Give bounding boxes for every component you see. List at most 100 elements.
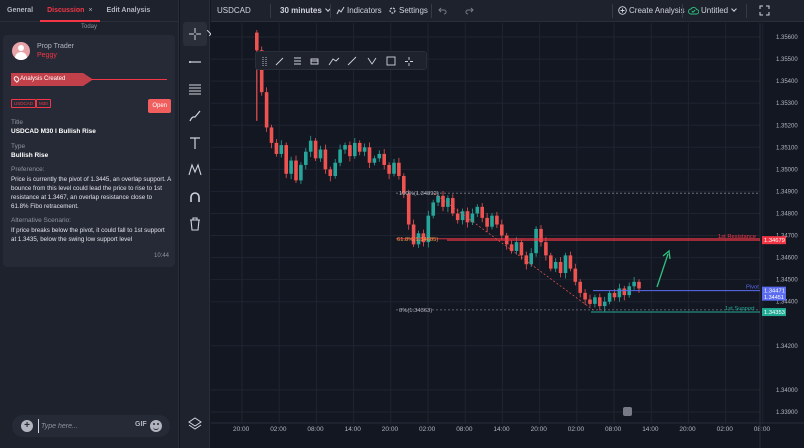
layout-selector[interactable]: Untitled: [688, 0, 737, 22]
fullscreen-button[interactable]: [759, 0, 772, 22]
tab-general[interactable]: General: [0, 0, 40, 22]
candle-body: [269, 127, 274, 143]
candle-body: [313, 140, 318, 159]
fib-icon: [294, 57, 301, 65]
symbol-tag: USDCAD: [11, 99, 37, 108]
floating-toolbar-icons: [262, 56, 413, 66]
crosshair-tool[interactable]: [183, 22, 207, 46]
chart-canvas[interactable]: 1.35600 1.35400 1.35200 1.35000 1.34800 1.346…: [211, 23, 804, 448]
tab-discussion-label: Discussion: [47, 6, 85, 14]
type-label: Type: [11, 143, 26, 150]
candle-body: [622, 288, 627, 296]
message-time: 10:44: [153, 253, 169, 259]
brush-tool[interactable]: [183, 104, 207, 128]
candle-body: [465, 211, 470, 223]
add-attachment-button[interactable]: +: [21, 420, 33, 432]
level-name-label: 1st Support: [725, 306, 755, 312]
message-composer: + GIF: [12, 415, 170, 437]
indicators-icon: [336, 7, 345, 15]
candle-body: [519, 242, 524, 256]
fullscreen-icon: [759, 5, 770, 16]
price-tick-label: 1.34500: [776, 278, 798, 284]
tab-edit-analysis[interactable]: Edit Analysis: [100, 0, 158, 22]
emoji-button[interactable]: [150, 420, 162, 432]
analysis-type: Bullish Rise: [11, 152, 49, 159]
settings-button[interactable]: Settings: [388, 0, 428, 22]
symbol-selector[interactable]: USDCAD: [217, 0, 251, 22]
sender-name[interactable]: Peggy: [37, 52, 57, 59]
price-tick-label: 1.35000: [776, 167, 798, 173]
crosshair-icon: [405, 57, 413, 66]
candle-body: [534, 228, 538, 254]
time-tick-label: 20:00: [233, 426, 250, 433]
candle-body: [362, 147, 367, 152]
candle-body: [563, 255, 568, 274]
candle-body: [333, 162, 337, 176]
discussion-panel: General Discussion × Edit Analysis Today …: [0, 0, 179, 448]
title-label: Title: [11, 119, 24, 126]
candle-body: [485, 217, 489, 227]
candle-body: [549, 255, 553, 269]
candle-body: [607, 292, 612, 302]
create-analysis-label: Create Analysis: [629, 6, 685, 15]
pattern-tool[interactable]: [183, 158, 207, 182]
time-tick-label: 02:00: [568, 426, 585, 433]
redo-button[interactable]: [465, 0, 476, 22]
scroll-to-realtime-button[interactable]: [623, 407, 632, 416]
price-tick-label: 1.33900: [776, 410, 798, 416]
candle-body: [294, 160, 298, 181]
time-tick-label: 08:00: [307, 426, 324, 433]
pitchfork-icon: [328, 57, 340, 66]
indicators-button[interactable]: Indicators: [336, 0, 382, 22]
settings-label: Settings: [399, 6, 428, 15]
indicators-label: Indicators: [347, 6, 382, 15]
time-tick-label: 14:00: [493, 426, 510, 433]
avatar: [12, 42, 30, 60]
chart-topbar: USDCAD 30 minutes Indicators Settings Cr…: [211, 0, 804, 22]
magnet-tool[interactable]: [183, 185, 207, 209]
tab-general-label: General: [7, 6, 34, 14]
line-icon: [275, 57, 284, 66]
price-tick-label: 1.34800: [776, 211, 798, 217]
layers-tool[interactable]: [183, 411, 207, 435]
close-icon[interactable]: ×: [88, 7, 92, 14]
price-chart[interactable]: 1.35600 1.35400 1.35200 1.35000 1.34800 1.346…: [211, 23, 804, 448]
layout-name: Untitled: [701, 6, 729, 15]
candle-body: [446, 198, 450, 207]
candle-body: [264, 92, 269, 128]
candle-body: [475, 206, 480, 214]
candle-body: [553, 261, 558, 269]
open-button[interactable]: Open: [148, 99, 171, 113]
fib-tool[interactable]: [183, 77, 207, 101]
text-tool[interactable]: [183, 131, 207, 155]
floating-drawing-toolbar: [255, 51, 427, 70]
undo-icon: [438, 8, 447, 15]
sender-role: Prop Trader: [37, 43, 74, 50]
brush-icon: [189, 110, 201, 122]
rectangle-icon: [386, 56, 396, 66]
candle-body: [598, 297, 602, 307]
delete-tool[interactable]: [183, 212, 207, 236]
interval-selector[interactable]: 30 minutes: [280, 0, 331, 22]
alternative-text: If price breaks below the pivot, it coul…: [11, 227, 165, 243]
time-tick-label: 02:00: [270, 426, 287, 433]
message-input[interactable]: [38, 419, 126, 433]
pencil-icon: [347, 56, 357, 66]
time-tick-label: 02:00: [419, 426, 436, 433]
tab-edit-analysis-label: Edit Analysis: [106, 6, 151, 14]
gif-button[interactable]: GIF: [135, 421, 147, 428]
divider: [330, 4, 331, 18]
candle-body: [274, 142, 279, 154]
create-analysis-button[interactable]: Create Analysis: [618, 0, 685, 22]
time-tick-label: 20:00: [382, 426, 399, 433]
divider: [746, 4, 747, 18]
undo-button[interactable]: [438, 0, 449, 22]
candle-body: [299, 164, 303, 181]
price-tick-label: 1.35400: [776, 79, 798, 85]
tab-discussion[interactable]: Discussion ×: [40, 0, 100, 22]
candle-body: [377, 153, 382, 159]
line-tool[interactable]: [183, 50, 207, 74]
candle-body: [318, 149, 323, 159]
fib-level-label: 0%(1.34363): [399, 308, 432, 314]
price-tick-label: 1.35100: [776, 145, 798, 151]
